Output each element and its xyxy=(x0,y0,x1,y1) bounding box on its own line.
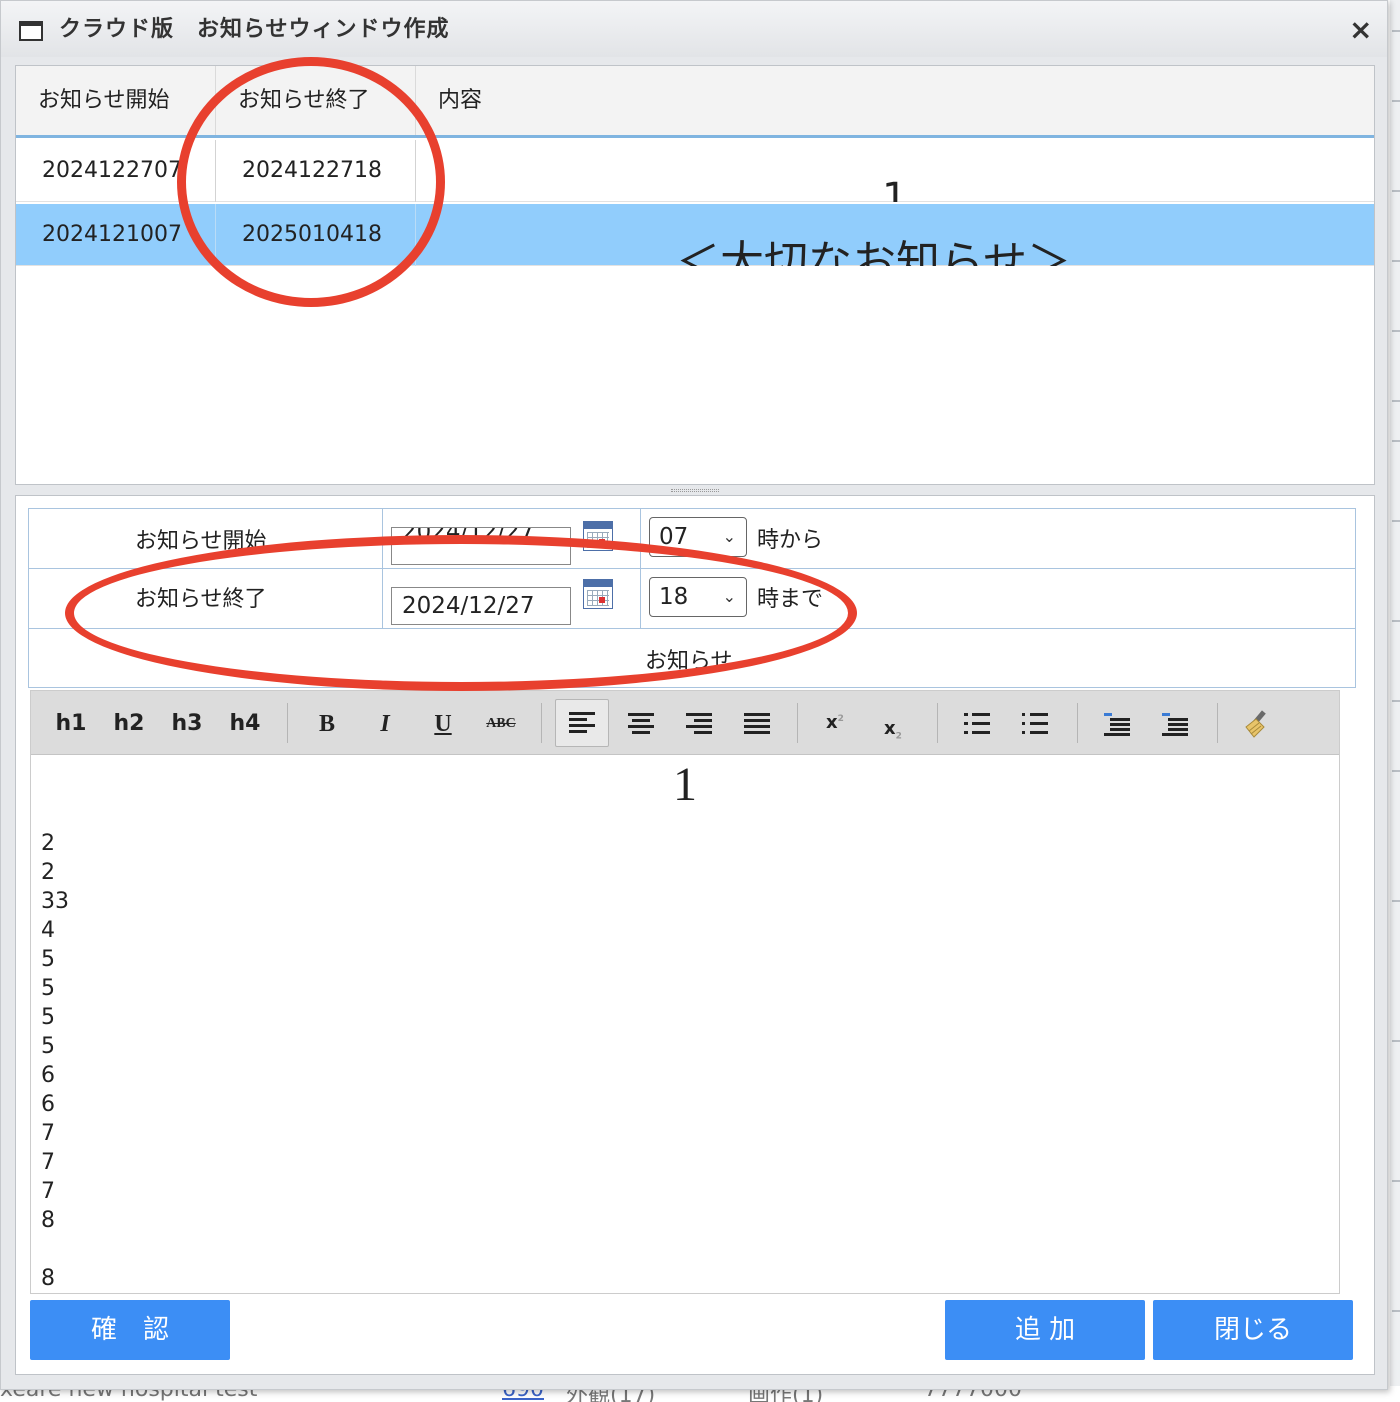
align-right-icon xyxy=(686,713,712,735)
bullet-list-button[interactable] xyxy=(1009,701,1061,747)
editor-line: 7 xyxy=(41,1121,55,1146)
editor-line: 2 xyxy=(41,831,55,856)
column-header-content[interactable]: 内容 xyxy=(416,66,1374,135)
clear-format-broom-icon[interactable] xyxy=(1231,701,1283,747)
close-button[interactable]: 閉じる xyxy=(1153,1300,1353,1360)
window-icon xyxy=(19,21,43,41)
outdent-icon xyxy=(1162,713,1188,736)
underline-button[interactable]: U xyxy=(417,701,469,747)
table-row-selected[interactable]: 2024121007 2025010418 ＜大切なお知らせ＞ xyxy=(16,204,1374,266)
heading4-button[interactable]: h4 xyxy=(219,701,271,747)
editor-line: 7 xyxy=(41,1150,55,1175)
row-end-cell: 2024122718 xyxy=(216,140,416,202)
align-left-icon xyxy=(569,712,595,734)
background-app-edge xyxy=(1390,0,1400,1402)
rich-text-editor: h1 h2 h3 h4 B I U ABC x2 x2 1 2 2 33 4 5… xyxy=(30,690,1340,1294)
bold-button[interactable]: B xyxy=(301,701,353,747)
end-hour-suffix: 時まで xyxy=(757,587,824,612)
row-content-cell: 1 xyxy=(882,175,908,202)
content-label: お知らせ xyxy=(645,649,733,674)
align-right-button[interactable] xyxy=(673,701,725,747)
column-header-end[interactable]: お知らせ終了 xyxy=(216,66,416,135)
start-hour-suffix: 時から xyxy=(757,528,824,553)
editor-heading: 1 xyxy=(673,758,697,811)
end-hour-select[interactable]: 18 ⌄ xyxy=(649,577,747,617)
table-row[interactable]: 2024122707 2024122718 1 xyxy=(16,140,1374,202)
add-button[interactable]: 追 加 xyxy=(945,1300,1145,1360)
content-label-row: お知らせ xyxy=(29,629,1355,687)
editor-line: 5 xyxy=(41,1034,55,1059)
editor-line: 5 xyxy=(41,1005,55,1030)
chevron-down-icon: ⌄ xyxy=(722,587,736,606)
end-row: お知らせ終了 2024/12/27 18 ⌄ 時まで xyxy=(29,569,1355,629)
ordered-list-icon xyxy=(964,713,990,735)
calendar-icon[interactable] xyxy=(583,579,613,609)
notice-list: お知らせ開始 お知らせ終了 内容 2024122707 2024122718 1… xyxy=(15,65,1375,485)
row-content-cell: ＜大切なお知らせ＞ xyxy=(676,237,1072,267)
indent-icon xyxy=(1104,713,1130,736)
subscript-button[interactable]: x2 xyxy=(867,701,919,747)
heading1-button[interactable]: h1 xyxy=(45,701,97,747)
start-label: お知らせ開始 xyxy=(135,529,267,554)
editor-toolbar: h1 h2 h3 h4 B I U ABC x2 x2 xyxy=(31,691,1339,755)
editor-line: 6 xyxy=(41,1092,55,1117)
dialog-titlebar[interactable]: クラウド版 お知らせウィンドウ作成 × xyxy=(1,1,1387,57)
align-left-button[interactable] xyxy=(555,699,609,747)
confirm-button[interactable]: 確 認 xyxy=(30,1300,230,1360)
editor-line: 6 xyxy=(41,1063,55,1088)
row-end-cell: 2025010418 xyxy=(216,204,416,266)
start-row: お知らせ開始 2024/12/27 07 ⌄ 時から xyxy=(29,509,1355,569)
editor-content[interactable]: 1 2 2 33 4 5 5 5 5 6 6 7 7 7 8 8 xyxy=(31,755,1339,1293)
notice-form: お知らせ開始 2024/12/27 07 ⌄ 時から お知らせ終了 2024/12… xyxy=(15,495,1375,1375)
superscript-button[interactable]: x2 xyxy=(809,701,861,747)
notice-dialog: クラウド版 お知らせウィンドウ作成 × お知らせ開始 お知らせ終了 内容 202… xyxy=(0,0,1388,1390)
editor-line: 7 xyxy=(41,1179,55,1204)
outdent-button[interactable] xyxy=(1149,701,1201,747)
end-label: お知らせ終了 xyxy=(135,587,267,612)
end-date-input[interactable]: 2024/12/27 xyxy=(391,587,571,625)
indent-button[interactable] xyxy=(1091,701,1143,747)
start-hour-select[interactable]: 07 ⌄ xyxy=(649,517,747,557)
bullet-list-icon xyxy=(1022,713,1048,735)
close-icon[interactable]: × xyxy=(1349,13,1372,46)
italic-button[interactable]: I xyxy=(359,701,411,747)
panel-splitter[interactable] xyxy=(671,489,719,492)
column-header-start[interactable]: お知らせ開始 xyxy=(16,66,216,135)
editor-line: 33 xyxy=(41,889,69,914)
start-date-input[interactable]: 2024/12/27 xyxy=(391,527,571,565)
heading3-button[interactable]: h3 xyxy=(161,701,213,747)
strikethrough-button[interactable]: ABC xyxy=(475,701,527,747)
heading2-button[interactable]: h2 xyxy=(103,701,155,747)
align-center-icon xyxy=(628,713,654,735)
schedule-table: お知らせ開始 2024/12/27 07 ⌄ 時から お知らせ終了 2024/12… xyxy=(28,508,1356,688)
calendar-icon[interactable] xyxy=(583,521,613,551)
row-start-cell: 2024122707 xyxy=(16,140,216,202)
justify-icon xyxy=(744,713,770,735)
row-start-cell: 2024121007 xyxy=(16,204,216,266)
editor-line: 5 xyxy=(41,976,55,1001)
dialog-title: クラウド版 お知らせウィンドウ作成 xyxy=(59,17,450,42)
editor-line: 4 xyxy=(41,918,55,943)
justify-button[interactable] xyxy=(731,701,783,747)
editor-line: 8 xyxy=(41,1208,55,1233)
editor-line: 5 xyxy=(41,947,55,972)
editor-line: 2 xyxy=(41,860,55,885)
ordered-list-button[interactable] xyxy=(951,701,1003,747)
editor-line: 8 xyxy=(41,1266,55,1291)
align-center-button[interactable] xyxy=(615,701,667,747)
chevron-down-icon: ⌄ xyxy=(722,527,736,546)
list-header: お知らせ開始 お知らせ終了 内容 xyxy=(16,66,1374,138)
